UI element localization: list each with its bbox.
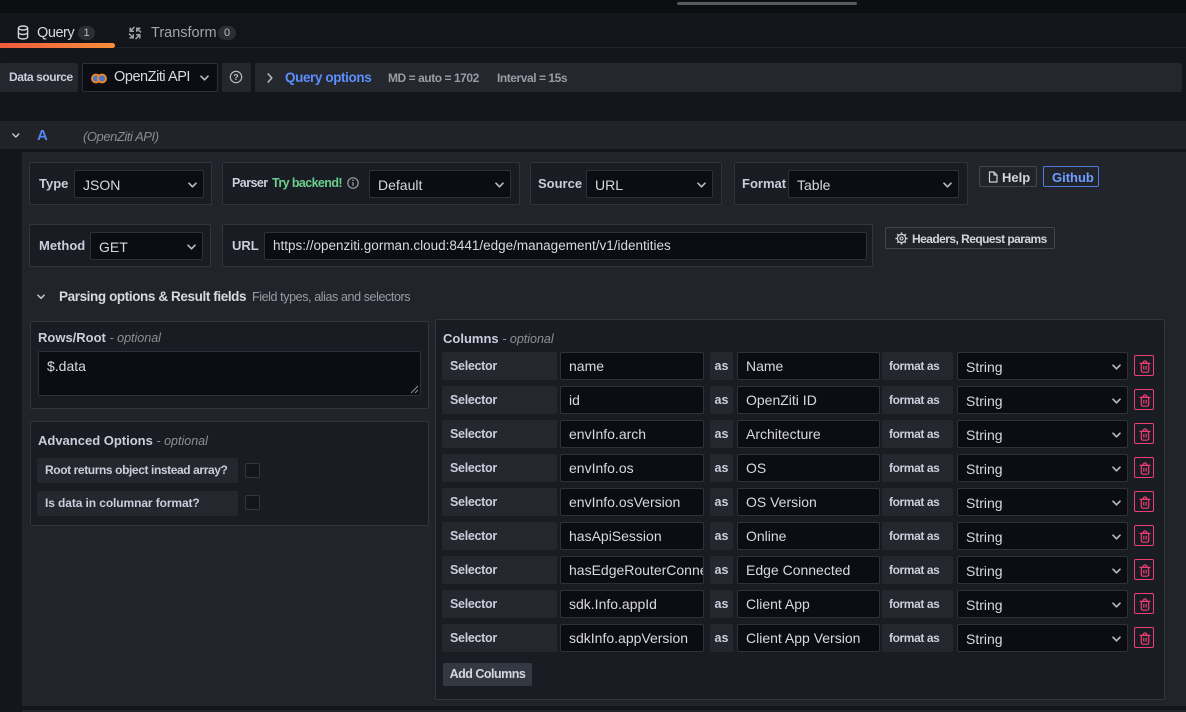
svg-text:?: ? xyxy=(233,72,238,82)
